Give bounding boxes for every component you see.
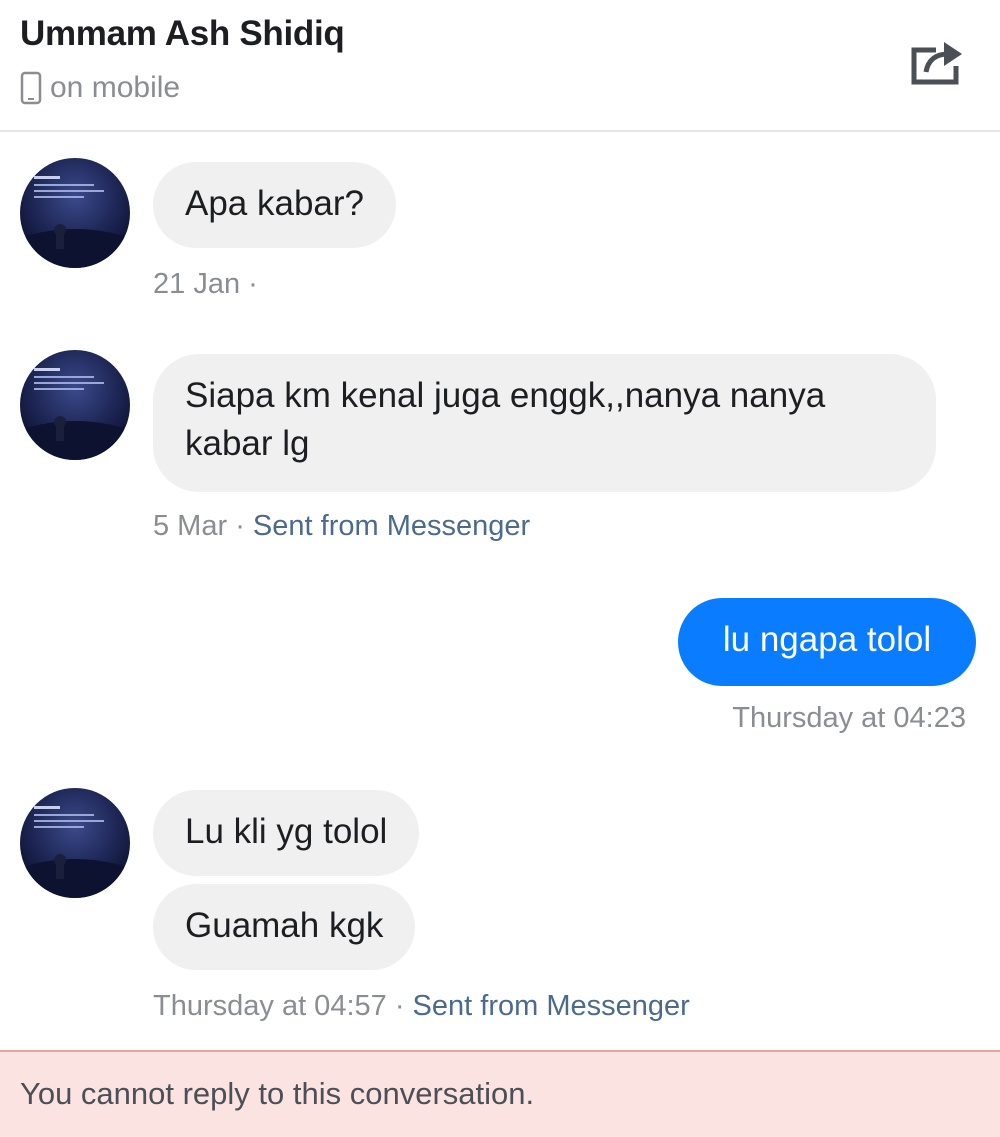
- message-meta: Thursday at 04:23: [732, 702, 966, 735]
- status-text: on mobile: [50, 71, 181, 104]
- sent-message-bubble[interactable]: lu ngapa tolol: [678, 598, 976, 686]
- avatar-image: [20, 158, 130, 268]
- reply-disabled-text: You cannot reply to this conversation.: [20, 1076, 535, 1111]
- sender-avatar[interactable]: [20, 350, 130, 460]
- sender-avatar[interactable]: [20, 788, 130, 898]
- reply-disabled-notice: You cannot reply to this conversation.: [0, 1050, 1000, 1137]
- mobile-phone-icon: [20, 71, 42, 105]
- sender-avatar[interactable]: [20, 158, 130, 268]
- meta-separator: ·: [227, 510, 253, 542]
- presence-status: on mobile: [20, 70, 180, 106]
- sent-from-messenger-link[interactable]: Sent from Messenger: [413, 990, 690, 1022]
- meta-separator: ·: [386, 990, 413, 1022]
- share-icon[interactable]: [906, 36, 966, 88]
- message-timestamp: 21 Jan: [153, 268, 241, 300]
- received-message-bubble[interactable]: Siapa km kenal juga enggk,,nanya nanya k…: [153, 354, 936, 492]
- sent-from-messenger-link[interactable]: Sent from Messenger: [253, 510, 530, 542]
- received-message-bubble[interactable]: Apa kabar?: [153, 162, 397, 248]
- received-message-bubble[interactable]: Guamah kgk: [153, 884, 416, 970]
- message-meta: Thursday at 04:57 · Sent from Messenger: [153, 990, 690, 1023]
- message-meta: 5 Mar · Sent from Messenger: [153, 510, 530, 543]
- message-timestamp: Thursday at 04:23: [732, 702, 966, 734]
- message-timestamp: Thursday at 04:57: [153, 990, 387, 1022]
- conversation-header: Ummam Ash Shidiq on mobile: [0, 0, 1000, 132]
- message-thread[interactable]: Apa kabar? 21 Jan · Siapa km kenal juga …: [0, 132, 1000, 1050]
- message-meta: 21 Jan ·: [153, 268, 258, 301]
- received-message-bubble[interactable]: Lu kli yg tolol: [153, 790, 420, 876]
- avatar-image: [20, 788, 130, 898]
- message-timestamp: 5 Mar: [153, 510, 228, 542]
- meta-separator: ·: [240, 268, 258, 300]
- contact-name[interactable]: Ummam Ash Shidiq: [20, 14, 345, 54]
- avatar-image: [20, 350, 130, 460]
